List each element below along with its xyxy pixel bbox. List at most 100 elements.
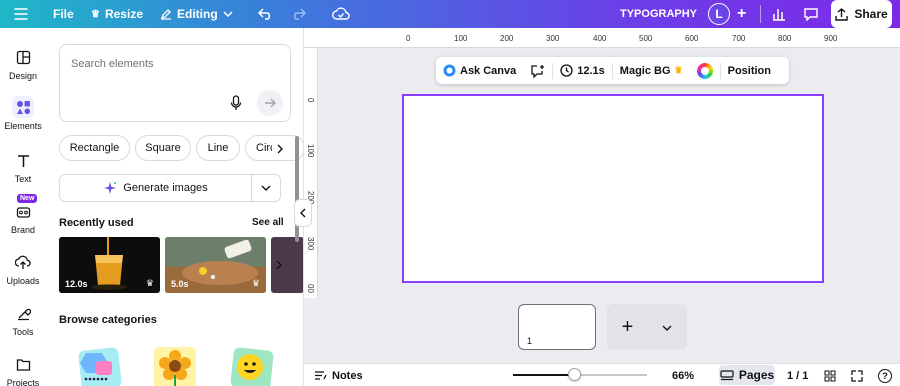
- file-menu[interactable]: File: [53, 0, 74, 28]
- elements-icon: [12, 96, 34, 118]
- chevron-right-icon: [276, 260, 282, 270]
- recent-item-pouring[interactable]: 5.0s ♛: [165, 237, 266, 293]
- hamburger-icon: [14, 8, 28, 20]
- editing-label: Editing: [177, 7, 218, 21]
- expand-icon: [851, 369, 863, 382]
- new-badge: New: [17, 194, 38, 203]
- top-bar: File ♛ Resize Editing TYPOGRAPHY L + Sha…: [0, 0, 900, 28]
- generate-images-label: Generate images: [123, 182, 208, 194]
- design-page[interactable]: [402, 94, 824, 283]
- pages-label: Pages: [738, 368, 775, 382]
- magic-bg-button[interactable]: Magic BG ♛: [613, 57, 690, 84]
- add-page-button[interactable]: +: [622, 316, 634, 339]
- search-placeholder: Search elements: [71, 58, 154, 70]
- share-button[interactable]: Share: [831, 0, 892, 28]
- ruler-tick: 900: [824, 34, 838, 43]
- search-input[interactable]: Search elements: [59, 44, 291, 122]
- rail-item-projects[interactable]: Projects: [0, 353, 46, 386]
- chevron-down-icon: [261, 185, 271, 191]
- add-page-control: +: [607, 304, 687, 350]
- shapes-category-icon: [78, 347, 122, 386]
- insights-button[interactable]: [772, 0, 786, 28]
- chip-line[interactable]: Line: [196, 135, 240, 161]
- chevron-left-icon: [300, 208, 306, 218]
- crown-icon: ♛: [674, 65, 683, 75]
- collapse-panel-button[interactable]: [294, 199, 312, 227]
- ruler-tick: 300: [306, 237, 315, 251]
- chip-square[interactable]: Square: [135, 135, 191, 161]
- duration-label: 12.0s: [65, 279, 88, 289]
- zoom-value[interactable]: 66%: [672, 364, 694, 386]
- rail-item-elements[interactable]: Elements: [0, 96, 46, 131]
- timing-button[interactable]: 12.1s: [553, 57, 612, 84]
- redo-button[interactable]: [290, 0, 306, 28]
- left-ruler: 0 100 200 300 00: [304, 48, 318, 298]
- generate-images-button[interactable]: Generate images: [59, 174, 252, 202]
- left-rail: Design Elements Text New Brand Uploads T…: [0, 28, 46, 386]
- grid-view-button[interactable]: [824, 364, 836, 386]
- add-comment-button[interactable]: [523, 57, 552, 84]
- help-icon: ?: [878, 368, 892, 383]
- design-icon: [12, 46, 34, 68]
- ruler-tick: 800: [778, 34, 792, 43]
- chips-next-button[interactable]: [272, 140, 288, 158]
- comment-add-icon: [531, 64, 545, 78]
- avatar[interactable]: L: [708, 3, 730, 25]
- ruler-tick: 300: [546, 34, 560, 43]
- context-toolbar: Ask Canva 12.1s Magic BG ♛ Position: [436, 57, 789, 84]
- notes-button[interactable]: Notes: [314, 364, 363, 386]
- chevron-down-icon: [662, 325, 672, 331]
- bar-chart-icon: [773, 9, 785, 21]
- share-upload-icon: [835, 7, 849, 21]
- rail-item-text[interactable]: Text: [0, 149, 46, 184]
- project-title[interactable]: TYPOGRAPHY: [620, 0, 697, 28]
- resize-button[interactable]: ♛ Resize: [91, 0, 143, 28]
- ask-canva-button[interactable]: Ask Canva: [436, 57, 523, 84]
- chevron-right-icon: [277, 144, 283, 154]
- generate-options-button[interactable]: [252, 174, 281, 202]
- editing-mode-button[interactable]: Editing: [160, 0, 233, 28]
- menu-button[interactable]: [14, 0, 28, 28]
- add-collaborator-button[interactable]: +: [737, 0, 746, 28]
- ruler-tick: 00: [306, 284, 315, 293]
- smiley-category-icon: [230, 347, 274, 386]
- ruler-tick: 500: [639, 34, 653, 43]
- rail-item-uploads[interactable]: Uploads: [0, 251, 46, 286]
- crown-icon: ♛: [251, 278, 260, 288]
- color-picker-button[interactable]: [690, 57, 720, 84]
- recent-next-button[interactable]: [271, 254, 287, 276]
- pages-button[interactable]: Pages: [719, 365, 775, 385]
- page-thumbnail[interactable]: 1: [518, 304, 596, 350]
- category-stickers[interactable]: [226, 343, 276, 386]
- voice-search-button[interactable]: [223, 90, 249, 116]
- category-shapes[interactable]: [74, 343, 124, 386]
- ruler-tick: 700: [732, 34, 746, 43]
- add-page-options-button[interactable]: [662, 320, 672, 334]
- fullscreen-button[interactable]: [851, 364, 863, 386]
- topbar-divider: [760, 5, 761, 23]
- recently-used-title: Recently used: [59, 217, 134, 229]
- comments-button[interactable]: [803, 0, 819, 28]
- avatar-initial: L: [715, 7, 723, 21]
- duration-label: 5.0s: [171, 279, 189, 289]
- crown-icon: ♛: [91, 8, 100, 20]
- rail-item-brand[interactable]: New Brand: [0, 194, 46, 235]
- cloud-save-button[interactable]: [332, 0, 350, 28]
- undo-button[interactable]: [258, 0, 274, 28]
- category-graphics[interactable]: [150, 343, 200, 386]
- rail-label: Elements: [4, 121, 42, 131]
- rail-item-design[interactable]: Design: [0, 46, 46, 81]
- chip-rectangle[interactable]: Rectangle: [59, 135, 130, 161]
- crown-icon: ♛: [145, 278, 154, 288]
- undo-icon: [258, 8, 271, 20]
- rail-label: Uploads: [6, 276, 40, 286]
- rail-item-tools[interactable]: Tools: [0, 302, 46, 337]
- see-all-link[interactable]: See all: [252, 217, 284, 228]
- recent-item-juice[interactable]: 12.0s ♛: [59, 237, 160, 293]
- search-submit-button[interactable]: [257, 90, 283, 116]
- help-button[interactable]: ?: [878, 364, 892, 386]
- position-button[interactable]: Position: [721, 57, 778, 84]
- cloud-check-icon: [332, 7, 350, 20]
- share-label: Share: [854, 7, 888, 21]
- page-counter[interactable]: 1 / 1: [787, 364, 808, 386]
